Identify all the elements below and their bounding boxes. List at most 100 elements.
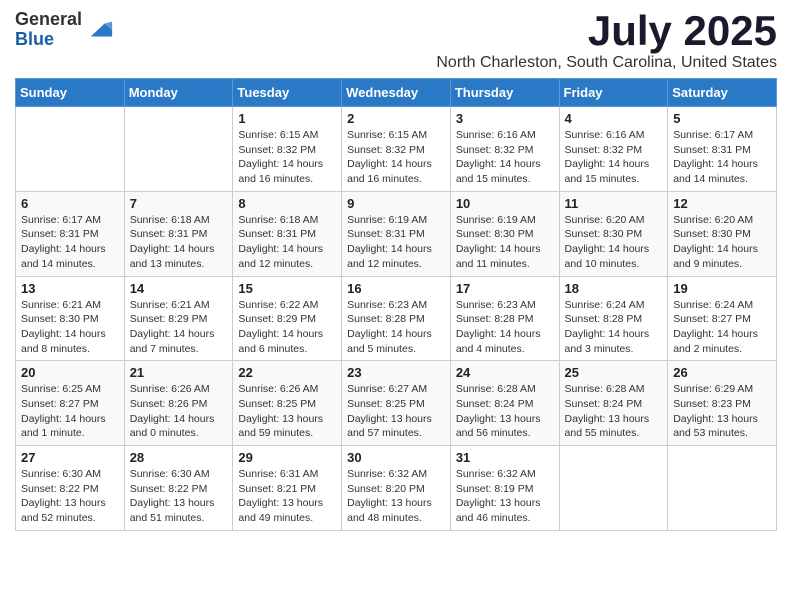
day-number: 9 [347, 196, 445, 211]
day-number: 14 [130, 281, 228, 296]
title-area: July 2025 North Charleston, South Caroli… [436, 10, 777, 72]
week-row-1: 1 Sunrise: 6:15 AMSunset: 8:32 PMDaylight… [16, 107, 777, 192]
day-number: 22 [238, 365, 336, 380]
day-info: Sunrise: 6:20 AMSunset: 8:30 PMDaylight:… [565, 213, 663, 272]
day-info: Sunrise: 6:26 AMSunset: 8:25 PMDaylight:… [238, 382, 336, 441]
day-info: Sunrise: 6:23 AMSunset: 8:28 PMDaylight:… [347, 298, 445, 357]
day-number: 5 [673, 111, 771, 126]
day-number: 29 [238, 450, 336, 465]
weekday-header-tuesday: Tuesday [233, 79, 342, 107]
day-info: Sunrise: 6:16 AMSunset: 8:32 PMDaylight:… [456, 128, 554, 187]
day-info: Sunrise: 6:21 AMSunset: 8:30 PMDaylight:… [21, 298, 119, 357]
day-info: Sunrise: 6:24 AMSunset: 8:28 PMDaylight:… [565, 298, 663, 357]
day-number: 31 [456, 450, 554, 465]
day-number: 16 [347, 281, 445, 296]
day-number: 25 [565, 365, 663, 380]
day-number: 24 [456, 365, 554, 380]
day-info: Sunrise: 6:30 AMSunset: 8:22 PMDaylight:… [130, 467, 228, 526]
day-info: Sunrise: 6:22 AMSunset: 8:29 PMDaylight:… [238, 298, 336, 357]
day-info: Sunrise: 6:31 AMSunset: 8:21 PMDaylight:… [238, 467, 336, 526]
weekday-header-saturday: Saturday [668, 79, 777, 107]
day-number: 12 [673, 196, 771, 211]
day-info: Sunrise: 6:18 AMSunset: 8:31 PMDaylight:… [130, 213, 228, 272]
day-number: 1 [238, 111, 336, 126]
day-number: 6 [21, 196, 119, 211]
week-row-5: 27 Sunrise: 6:30 AMSunset: 8:22 PMDayligh… [16, 446, 777, 531]
calendar-cell [668, 446, 777, 531]
calendar-cell: 14 Sunrise: 6:21 AMSunset: 8:29 PMDayligh… [124, 276, 233, 361]
day-number: 30 [347, 450, 445, 465]
day-info: Sunrise: 6:15 AMSunset: 8:32 PMDaylight:… [238, 128, 336, 187]
day-info: Sunrise: 6:16 AMSunset: 8:32 PMDaylight:… [565, 128, 663, 187]
day-number: 20 [21, 365, 119, 380]
calendar-cell: 1 Sunrise: 6:15 AMSunset: 8:32 PMDaylight… [233, 107, 342, 192]
logo-blue-text: Blue [15, 30, 82, 50]
week-row-4: 20Sunrise: 6:25 AMSunset: 8:27 PMDayligh… [16, 361, 777, 446]
calendar-cell: 7 Sunrise: 6:18 AMSunset: 8:31 PMDaylight… [124, 191, 233, 276]
calendar-cell: 9 Sunrise: 6:19 AMSunset: 8:31 PMDaylight… [342, 191, 451, 276]
day-info: Sunrise: 6:21 AMSunset: 8:29 PMDaylight:… [130, 298, 228, 357]
day-info: Sunrise: 6:20 AMSunset: 8:30 PMDaylight:… [673, 213, 771, 272]
week-row-2: 6 Sunrise: 6:17 AMSunset: 8:31 PMDaylight… [16, 191, 777, 276]
day-number: 11 [565, 196, 663, 211]
location-title: North Charleston, South Carolina, United… [436, 54, 777, 72]
logo: General Blue [15, 10, 114, 50]
calendar-cell: 20Sunrise: 6:25 AMSunset: 8:27 PMDayligh… [16, 361, 125, 446]
day-number: 18 [565, 281, 663, 296]
calendar-cell: 24 Sunrise: 6:28 AMSunset: 8:24 PMDayligh… [450, 361, 559, 446]
calendar-cell: 22 Sunrise: 6:26 AMSunset: 8:25 PMDayligh… [233, 361, 342, 446]
calendar-cell: 18 Sunrise: 6:24 AMSunset: 8:28 PMDayligh… [559, 276, 668, 361]
calendar-cell: 30 Sunrise: 6:32 AMSunset: 8:20 PMDayligh… [342, 446, 451, 531]
day-info: Sunrise: 6:17 AMSunset: 8:31 PMDaylight:… [21, 213, 119, 272]
day-number: 28 [130, 450, 228, 465]
logo-icon [86, 16, 114, 44]
month-title: July 2025 [436, 10, 777, 52]
day-number: 15 [238, 281, 336, 296]
calendar-cell: 4 Sunrise: 6:16 AMSunset: 8:32 PMDaylight… [559, 107, 668, 192]
day-info: Sunrise: 6:23 AMSunset: 8:28 PMDaylight:… [456, 298, 554, 357]
weekday-header-thursday: Thursday [450, 79, 559, 107]
weekday-header-wednesday: Wednesday [342, 79, 451, 107]
calendar-cell: 11 Sunrise: 6:20 AMSunset: 8:30 PMDayligh… [559, 191, 668, 276]
calendar-cell: 31Sunrise: 6:32 AMSunset: 8:19 PMDayligh… [450, 446, 559, 531]
day-info: Sunrise: 6:17 AMSunset: 8:31 PMDaylight:… [673, 128, 771, 187]
calendar-cell: 15 Sunrise: 6:22 AMSunset: 8:29 PMDayligh… [233, 276, 342, 361]
day-info: Sunrise: 6:28 AMSunset: 8:24 PMDaylight:… [456, 382, 554, 441]
calendar-cell: 23 Sunrise: 6:27 AMSunset: 8:25 PMDayligh… [342, 361, 451, 446]
day-info: Sunrise: 6:18 AMSunset: 8:31 PMDaylight:… [238, 213, 336, 272]
day-info: Sunrise: 6:19 AMSunset: 8:30 PMDaylight:… [456, 213, 554, 272]
day-number: 4 [565, 111, 663, 126]
day-number: 21 [130, 365, 228, 380]
calendar-cell: 27Sunrise: 6:30 AMSunset: 8:22 PMDayligh… [16, 446, 125, 531]
day-info: Sunrise: 6:29 AMSunset: 8:23 PMDaylight:… [673, 382, 771, 441]
calendar-cell: 25Sunrise: 6:28 AMSunset: 8:24 PMDayligh… [559, 361, 668, 446]
day-number: 27 [21, 450, 119, 465]
calendar-cell: 13Sunrise: 6:21 AMSunset: 8:30 PMDayligh… [16, 276, 125, 361]
calendar-cell: 5 Sunrise: 6:17 AMSunset: 8:31 PMDaylight… [668, 107, 777, 192]
day-number: 17 [456, 281, 554, 296]
calendar-cell: 21 Sunrise: 6:26 AMSunset: 8:26 PMDayligh… [124, 361, 233, 446]
calendar-cell: 16 Sunrise: 6:23 AMSunset: 8:28 PMDayligh… [342, 276, 451, 361]
day-number: 3 [456, 111, 554, 126]
day-number: 7 [130, 196, 228, 211]
logo-general-text: General [15, 10, 82, 30]
calendar-cell: 3 Sunrise: 6:16 AMSunset: 8:32 PMDaylight… [450, 107, 559, 192]
calendar-cell: 8Sunrise: 6:18 AMSunset: 8:31 PMDaylight… [233, 191, 342, 276]
day-info: Sunrise: 6:27 AMSunset: 8:25 PMDaylight:… [347, 382, 445, 441]
day-number: 2 [347, 111, 445, 126]
calendar-table: SundayMondayTuesdayWednesdayThursdayFrid… [15, 78, 777, 531]
week-row-3: 13Sunrise: 6:21 AMSunset: 8:30 PMDayligh… [16, 276, 777, 361]
weekday-header-monday: Monday [124, 79, 233, 107]
calendar-cell: 26Sunrise: 6:29 AMSunset: 8:23 PMDayligh… [668, 361, 777, 446]
day-info: Sunrise: 6:32 AMSunset: 8:20 PMDaylight:… [347, 467, 445, 526]
day-info: Sunrise: 6:26 AMSunset: 8:26 PMDaylight:… [130, 382, 228, 441]
day-info: Sunrise: 6:15 AMSunset: 8:32 PMDaylight:… [347, 128, 445, 187]
header: General Blue July 2025 North Charleston,… [15, 10, 777, 72]
calendar-cell: 19Sunrise: 6:24 AMSunset: 8:27 PMDayligh… [668, 276, 777, 361]
day-info: Sunrise: 6:19 AMSunset: 8:31 PMDaylight:… [347, 213, 445, 272]
calendar-cell: 12 Sunrise: 6:20 AMSunset: 8:30 PMDayligh… [668, 191, 777, 276]
weekday-header-row: SundayMondayTuesdayWednesdayThursdayFrid… [16, 79, 777, 107]
day-number: 10 [456, 196, 554, 211]
day-number: 23 [347, 365, 445, 380]
weekday-header-sunday: Sunday [16, 79, 125, 107]
